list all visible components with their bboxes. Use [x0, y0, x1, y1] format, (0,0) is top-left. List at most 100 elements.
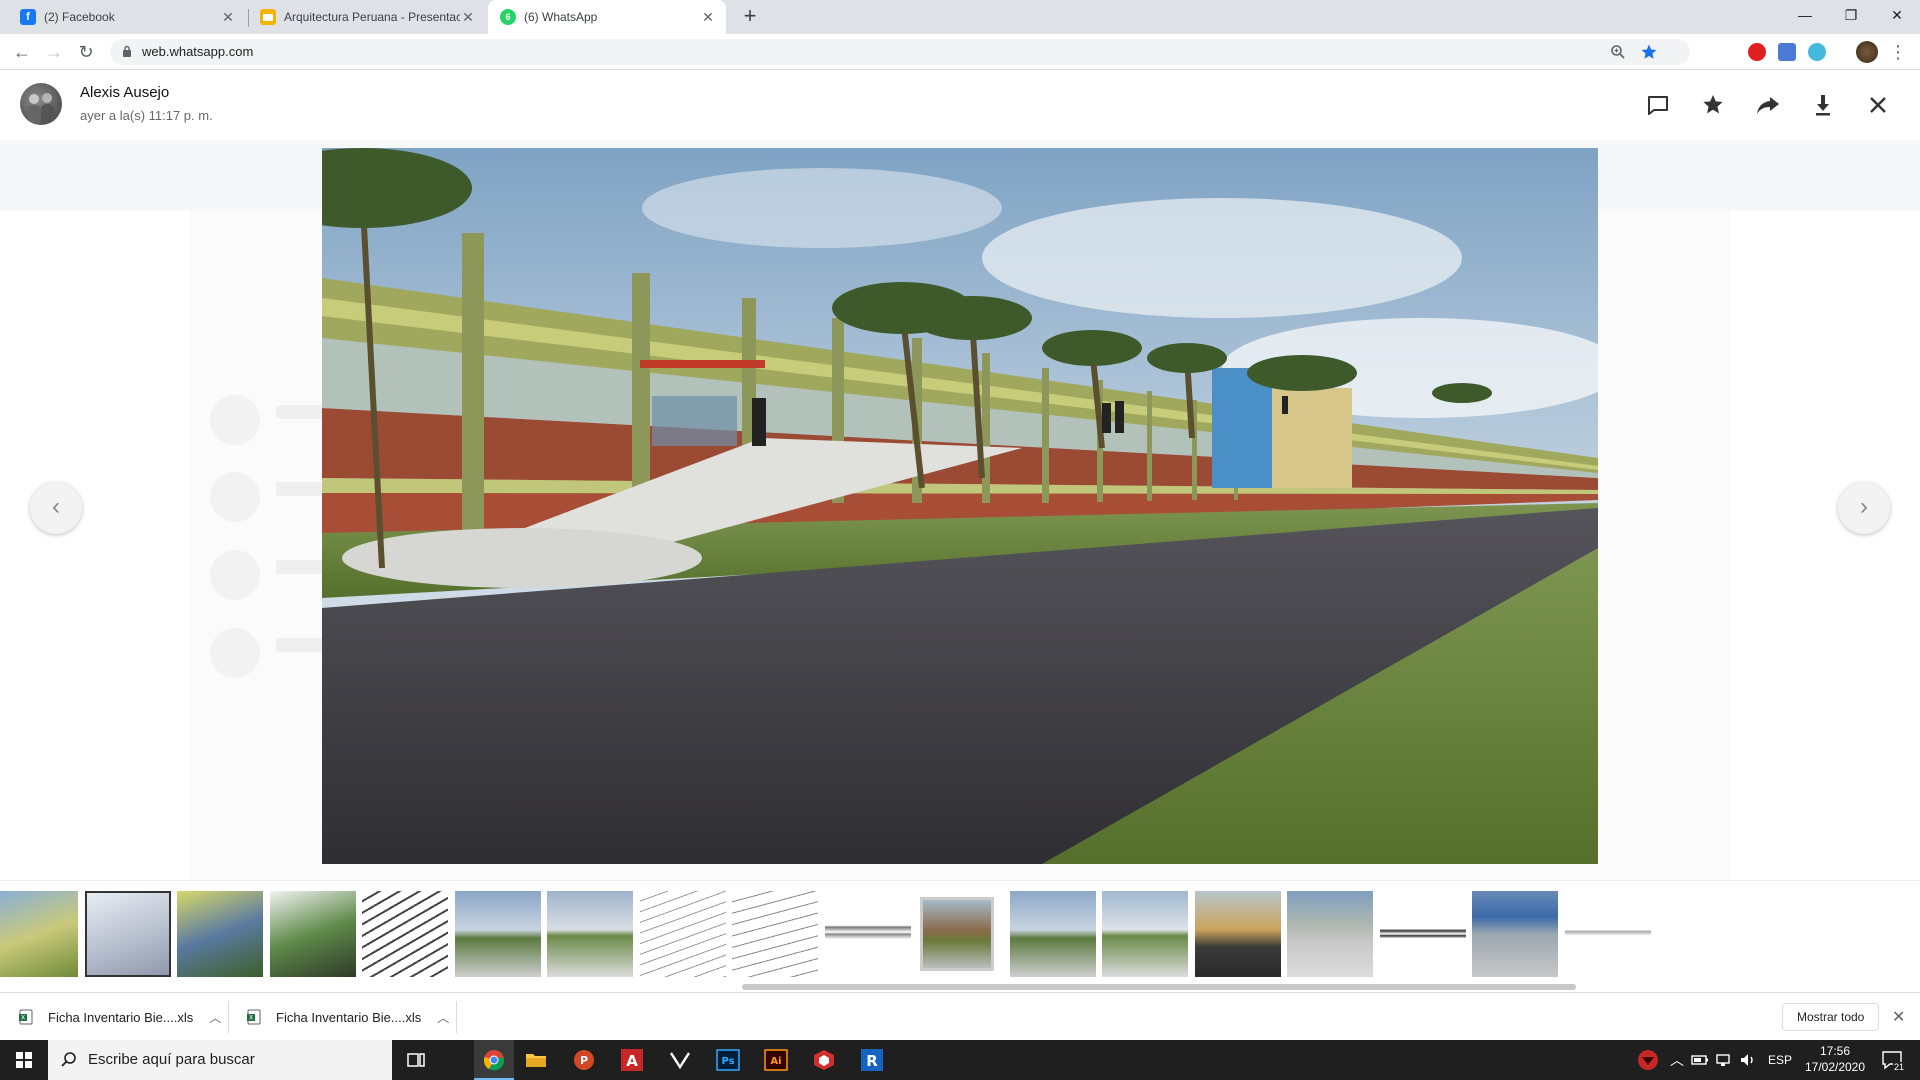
translate-extension-icon[interactable] — [1778, 43, 1796, 61]
media-thumbnail[interactable] — [1565, 891, 1651, 977]
profile-avatar[interactable] — [1856, 41, 1878, 63]
taskbar-clock[interactable]: 17:56 17/02/2020 — [1800, 1040, 1870, 1080]
address-bar[interactable]: web.whatsapp.com — [110, 39, 1690, 65]
media-thumbnail[interactable] — [547, 891, 633, 977]
previous-media-button[interactable]: ‹ — [30, 482, 82, 534]
svg-text:X: X — [249, 1015, 253, 1022]
taskbar-search-box[interactable]: Escribe aquí para buscar — [48, 1040, 392, 1080]
media-thumbnail[interactable] — [0, 891, 78, 977]
media-thumbnail[interactable] — [920, 897, 994, 971]
svg-text:X: X — [21, 1015, 25, 1022]
media-thumbnail[interactable] — [640, 891, 726, 977]
sender-name[interactable]: Alexis Ausejo — [80, 84, 169, 101]
sketchup-icon[interactable] — [812, 1048, 836, 1072]
close-tab-icon[interactable]: ✕ — [460, 9, 476, 25]
media-thumbnail[interactable] — [1472, 891, 1558, 977]
download-filename: Ficha Inventario Bie....xls — [276, 1009, 422, 1025]
star-icon[interactable] — [1698, 90, 1728, 120]
photoshop-icon[interactable]: Ps — [716, 1048, 740, 1072]
tray-app-icon[interactable] — [1636, 1048, 1660, 1072]
tab-label: Arquitectura Peruana - Presentac — [284, 10, 460, 24]
lock-icon — [123, 45, 131, 57]
viewer-header: Alexis Ausejo ayer a la(s) 11:17 p. m. — [0, 70, 1920, 140]
download-icon[interactable] — [1808, 90, 1838, 120]
task-view-icon[interactable] — [404, 1048, 428, 1072]
taskbar-chrome-button[interactable] — [474, 1040, 514, 1080]
bookmark-star-icon[interactable] — [1640, 43, 1658, 61]
tab-facebook[interactable]: f (2) Facebook ✕ — [0, 0, 246, 34]
browser-toolbar: ← → ↻ web.whatsapp.com ⋮ — [0, 34, 1920, 70]
sender-avatar[interactable] — [20, 83, 62, 125]
facebook-icon: f — [20, 9, 36, 25]
next-media-button[interactable]: › — [1838, 482, 1890, 534]
browser-tab-bar: f (2) Facebook ✕ Arquitectura Peruana - … — [0, 0, 1920, 34]
close-icon[interactable] — [1863, 90, 1893, 120]
close-download-bar-icon[interactable]: ✕ — [1892, 1007, 1905, 1027]
tab-whatsapp[interactable]: 6 (6) WhatsApp ✕ — [488, 0, 726, 34]
new-tab-button[interactable]: + — [738, 5, 762, 29]
chat-icon[interactable] — [1643, 90, 1673, 120]
back-button[interactable]: ← — [10, 40, 34, 64]
download-item[interactable]: X Ficha Inventario Bie....xls ︿ — [246, 993, 449, 1041]
download-divider — [228, 1001, 229, 1033]
volume-icon[interactable] — [1738, 1048, 1758, 1072]
restore-button[interactable]: ❐ — [1828, 0, 1874, 30]
tab-arquitectura[interactable]: Arquitectura Peruana - Presentac ✕ — [250, 0, 486, 34]
battery-icon[interactable] — [1690, 1048, 1710, 1072]
file-explorer-icon[interactable] — [524, 1048, 548, 1072]
zoom-icon[interactable] — [1610, 44, 1626, 60]
close-tab-icon[interactable]: ✕ — [220, 9, 236, 25]
chevron-up-icon[interactable]: ︿ — [209, 1009, 221, 1026]
media-thumbnail[interactable] — [270, 891, 356, 977]
media-thumbnail[interactable] — [85, 891, 171, 977]
tab-label: (2) Facebook — [44, 10, 115, 24]
download-item[interactable]: X Ficha Inventario Bie....xls ︿ — [18, 993, 221, 1041]
menu-icon[interactable]: ⋮ — [1886, 40, 1910, 64]
forward-icon[interactable] — [1753, 90, 1783, 120]
svg-text:A: A — [626, 1052, 638, 1070]
app-icon[interactable] — [668, 1048, 692, 1072]
autocad-icon[interactable]: A — [620, 1048, 644, 1072]
media-thumbnail[interactable] — [1010, 891, 1096, 977]
illustrator-icon[interactable]: Ai — [764, 1048, 788, 1072]
media-thumbnail[interactable] — [1102, 891, 1188, 977]
media-thumbnail[interactable] — [177, 891, 263, 977]
revit-icon[interactable]: R — [860, 1048, 884, 1072]
extension-icon[interactable] — [1808, 43, 1826, 61]
media-thumbnail[interactable] — [362, 891, 448, 977]
search-icon — [61, 1052, 76, 1067]
clock-date: 17/02/2020 — [1804, 1060, 1866, 1074]
slides-icon — [260, 9, 276, 25]
tab-label: (6) WhatsApp — [524, 10, 598, 24]
opera-extension-icon[interactable] — [1748, 43, 1766, 61]
tab-divider — [248, 9, 249, 27]
minimize-button[interactable]: — — [1782, 0, 1828, 30]
thumbnail-scrollbar[interactable] — [742, 984, 1576, 990]
chevron-up-icon[interactable]: ︿ — [437, 1009, 449, 1026]
windows-start-icon[interactable] — [0, 1040, 48, 1080]
clock-time: 17:56 — [1819, 1044, 1851, 1058]
powerpoint-icon[interactable]: P — [572, 1048, 596, 1072]
close-window-button[interactable]: ✕ — [1874, 0, 1920, 30]
show-hidden-icons[interactable]: ︿ — [1670, 1040, 1684, 1080]
media-image[interactable] — [322, 148, 1598, 864]
media-thumbnail-strip — [0, 880, 1920, 992]
media-thumbnail[interactable] — [825, 891, 911, 977]
svg-text:Ps: Ps — [721, 1056, 734, 1067]
close-tab-icon[interactable]: ✕ — [700, 9, 716, 25]
reload-button[interactable]: ↻ — [74, 40, 98, 64]
forward-button[interactable]: → — [42, 40, 66, 64]
input-language[interactable]: ESP — [1768, 1040, 1792, 1080]
media-thumbnail[interactable] — [732, 891, 818, 977]
media-thumbnail[interactable] — [1287, 891, 1373, 977]
media-viewer: Alexis Ausejo ayer a la(s) 11:17 p. m. ‹… — [0, 70, 1920, 992]
notification-count: 21 — [1893, 1062, 1906, 1076]
taskbar-search-placeholder: Escribe aquí para buscar — [88, 1051, 255, 1068]
svg-text:R: R — [866, 1052, 878, 1070]
media-thumbnail[interactable] — [1195, 891, 1281, 977]
network-icon[interactable] — [1714, 1048, 1734, 1072]
media-thumbnail[interactable] — [1380, 891, 1466, 977]
show-all-downloads-button[interactable]: Mostrar todo — [1782, 1003, 1880, 1031]
media-thumbnail[interactable] — [455, 891, 541, 977]
whatsapp-icon: 6 — [500, 9, 516, 25]
